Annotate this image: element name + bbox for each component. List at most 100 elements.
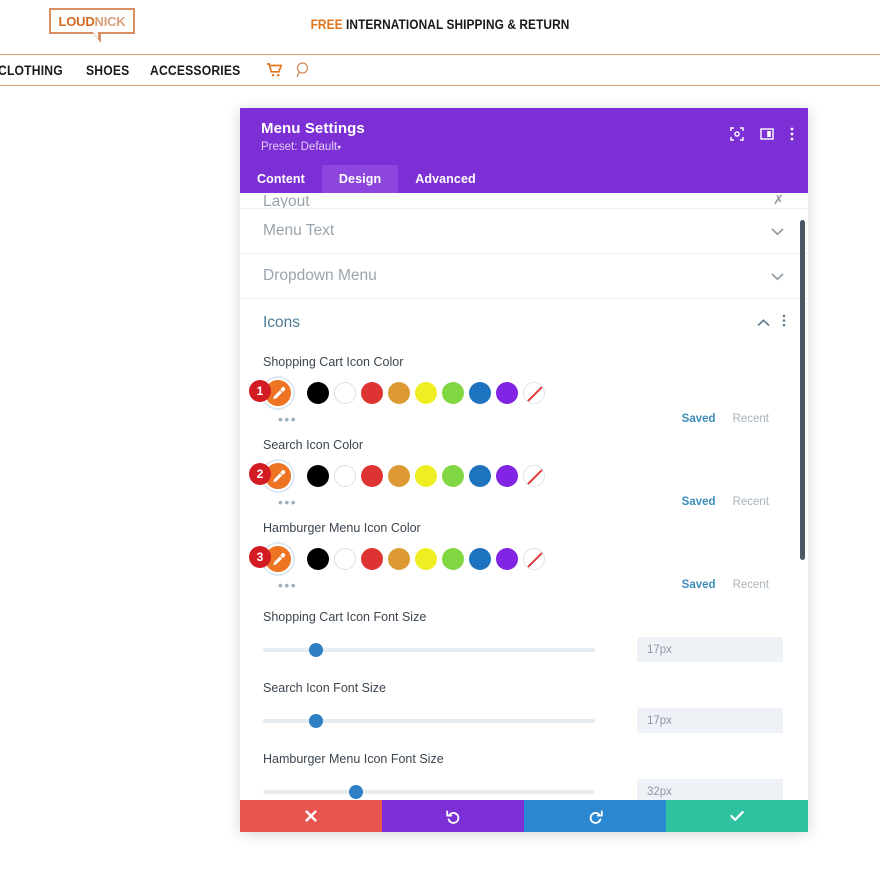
field-label: Search Icon Color — [263, 438, 785, 452]
swatch-orange[interactable] — [388, 382, 410, 404]
font-size-slider-knob[interactable] — [349, 785, 363, 799]
site-header: LOUDNICK FREE INTERNATIONAL SHIPPING & R… — [0, 0, 880, 54]
redo-button[interactable] — [524, 800, 666, 832]
swatch-blue[interactable] — [469, 548, 491, 570]
chevron-up-icon[interactable] — [757, 314, 770, 332]
swatch-transparent[interactable] — [523, 465, 545, 487]
chevron-down-icon — [771, 270, 784, 283]
modal-title: Menu Settings — [261, 120, 790, 137]
saved-colors-tab[interactable]: Saved — [682, 579, 716, 591]
accordion-dropdown-menu-label: Dropdown Menu — [263, 267, 377, 285]
promo-highlight: FREE — [311, 17, 343, 32]
step-badge-1: 1 — [249, 380, 271, 402]
font-size-input[interactable] — [637, 779, 783, 800]
swatch-purple[interactable] — [496, 382, 518, 404]
modal-body: Layout ✗ Menu Text Dropdown Menu Icons — [240, 193, 808, 800]
field-label: Hamburger Menu Icon Font Size — [263, 752, 785, 766]
cart-icon[interactable] — [267, 63, 282, 77]
field-search-icon-font-size: Search Icon Font Size — [240, 681, 808, 733]
promo-text: INTERNATIONAL SHIPPING & RETURN — [346, 17, 569, 32]
field-label: Hamburger Menu Icon Color — [263, 521, 785, 535]
font-size-slider-track[interactable] — [263, 648, 595, 652]
more-colors-icon[interactable]: ••• — [278, 495, 297, 509]
settings-scroll-pane: Layout ✗ Menu Text Dropdown Menu Icons — [240, 193, 808, 800]
swatch-blue[interactable] — [469, 382, 491, 404]
swatch-transparent[interactable] — [523, 548, 545, 570]
swatch-white[interactable] — [334, 382, 356, 404]
recent-colors-tab[interactable]: Recent — [733, 413, 769, 425]
layout-panel-icon[interactable] — [760, 127, 774, 141]
font-size-slider-knob[interactable] — [309, 643, 323, 657]
swatch-transparent[interactable] — [523, 382, 545, 404]
swatch-white[interactable] — [334, 465, 356, 487]
swatch-yellow[interactable] — [415, 465, 437, 487]
more-vertical-icon[interactable] — [790, 127, 794, 141]
swatch-black[interactable] — [307, 548, 329, 570]
focus-target-icon[interactable] — [730, 127, 744, 141]
saved-colors-tab[interactable]: Saved — [682, 413, 716, 425]
field-label: Shopping Cart Icon Font Size — [263, 610, 785, 624]
swatch-black[interactable] — [307, 465, 329, 487]
swatch-green[interactable] — [442, 548, 464, 570]
saved-colors-tab[interactable]: Saved — [682, 496, 716, 508]
field-shopping-cart-icon-font-size: Shopping Cart Icon Font Size — [240, 610, 808, 662]
swatch-green[interactable] — [442, 382, 464, 404]
menu-settings-modal: Menu Settings Preset: Default▾ — [240, 108, 808, 832]
tab-advanced[interactable]: Advanced — [398, 165, 493, 193]
field-label: Shopping Cart Icon Color — [263, 355, 785, 369]
color-row-meta: ••• Saved Recent — [263, 574, 785, 596]
swatch-red[interactable] — [361, 465, 383, 487]
section-icons-header[interactable]: Icons — [240, 299, 808, 347]
swatch-yellow[interactable] — [415, 548, 437, 570]
field-shopping-cart-icon-color: Shopping Cart Icon Color 1 — [240, 355, 808, 430]
color-picker-trigger[interactable]: 2 — [263, 461, 293, 491]
swatch-black[interactable] — [307, 382, 329, 404]
swatch-white[interactable] — [334, 548, 356, 570]
nav-item-accessories[interactable]: ACCESSORIES — [150, 63, 240, 78]
field-hamburger-menu-icon-color: Hamburger Menu Icon Color 3 — [240, 521, 808, 596]
search-icon[interactable] — [296, 62, 310, 78]
swatch-orange[interactable] — [388, 548, 410, 570]
site-nav: CLOTHING SHOES ACCESSORIES — [0, 54, 880, 86]
more-vertical-icon[interactable] — [782, 314, 786, 332]
save-button[interactable] — [666, 800, 808, 832]
more-colors-icon[interactable]: ••• — [278, 578, 297, 592]
undo-button[interactable] — [382, 800, 524, 832]
accordion-menu-text-label: Menu Text — [263, 222, 334, 240]
font-size-input[interactable] — [637, 637, 783, 662]
step-badge-3: 3 — [249, 546, 271, 568]
swatch-green[interactable] — [442, 465, 464, 487]
swatch-orange[interactable] — [388, 465, 410, 487]
swatch-purple[interactable] — [496, 465, 518, 487]
swatch-blue[interactable] — [469, 465, 491, 487]
swatch-yellow[interactable] — [415, 382, 437, 404]
modal-header: Menu Settings Preset: Default▾ — [240, 108, 808, 165]
tab-content[interactable]: Content — [240, 165, 322, 193]
accordion-dropdown-menu[interactable]: Dropdown Menu — [240, 254, 808, 299]
chevron-down-icon: ▾ — [337, 143, 341, 152]
recent-colors-tab[interactable]: Recent — [733, 579, 769, 591]
font-size-slider-knob[interactable] — [309, 714, 323, 728]
font-size-slider-track[interactable] — [263, 790, 595, 794]
swatch-red[interactable] — [361, 548, 383, 570]
vertical-scrollbar[interactable] — [800, 220, 805, 560]
accordion-menu-text[interactable]: Menu Text — [240, 209, 808, 254]
accordion-layout[interactable]: Layout ✗ — [240, 193, 808, 209]
preset-selector[interactable]: Preset: Default▾ — [261, 141, 790, 153]
color-row-meta: ••• Saved Recent — [263, 491, 785, 513]
color-picker-trigger[interactable]: 1 — [263, 378, 293, 408]
section-icons-title: Icons — [263, 314, 300, 332]
swatch-red[interactable] — [361, 382, 383, 404]
color-swatch-row: 2 — [263, 461, 785, 491]
recent-colors-tab[interactable]: Recent — [733, 496, 769, 508]
more-colors-icon[interactable]: ••• — [278, 412, 297, 426]
nav-item-clothing[interactable]: CLOTHING — [0, 63, 63, 78]
font-size-slider-track[interactable] — [263, 719, 595, 723]
font-size-input[interactable] — [637, 708, 783, 733]
swatch-purple[interactable] — [496, 548, 518, 570]
chevron-down-icon: ✗ — [773, 193, 784, 206]
color-picker-trigger[interactable]: 3 — [263, 544, 293, 574]
cancel-button[interactable] — [240, 800, 382, 832]
tab-design[interactable]: Design — [322, 165, 398, 193]
nav-item-shoes[interactable]: SHOES — [86, 63, 129, 78]
